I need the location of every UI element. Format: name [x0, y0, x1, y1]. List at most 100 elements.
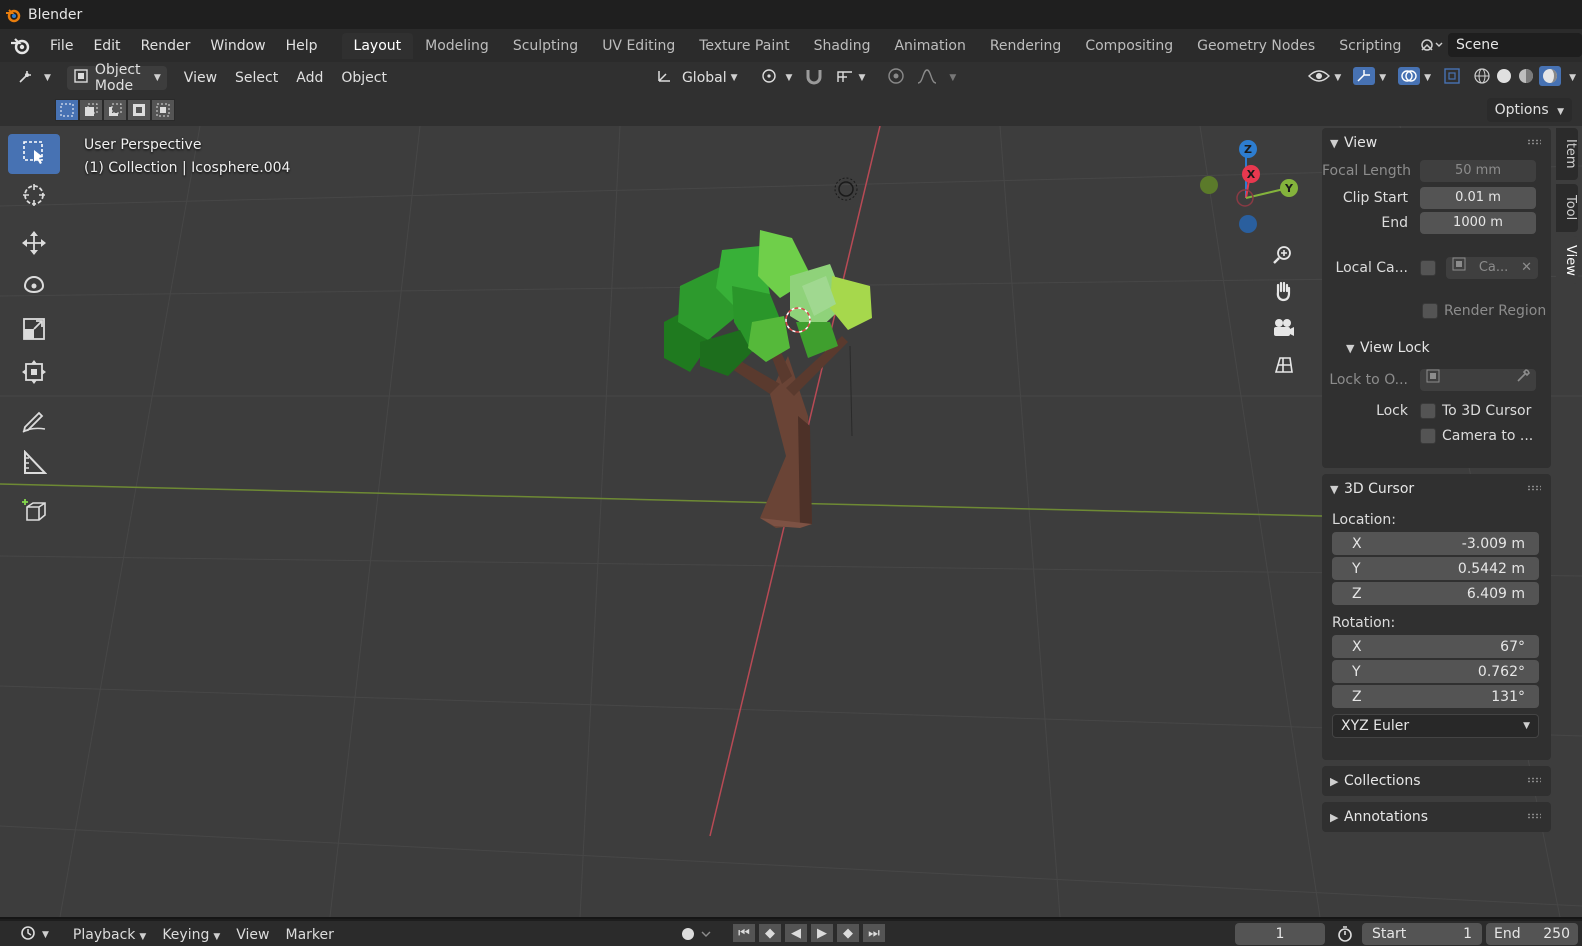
gizmo-toggle[interactable]: ▼	[1347, 66, 1392, 90]
prev-keyframe-icon[interactable]: ◆	[759, 924, 781, 942]
tab-texture-paint[interactable]: Texture Paint	[687, 33, 801, 59]
menu-help[interactable]: Help	[276, 34, 328, 58]
local-camera-checkbox[interactable]	[1420, 259, 1436, 276]
3d-cursor-header[interactable]: ▼ 3D Cursor	[1322, 474, 1551, 504]
cursor-location-z-field[interactable]: Z 6.409 m	[1332, 582, 1539, 605]
tab-item[interactable]: Item	[1556, 128, 1578, 180]
tab-layout[interactable]: Layout	[341, 33, 414, 59]
mode-selector[interactable]: Object Mode ▼	[66, 62, 167, 94]
eyedropper-icon[interactable]	[1516, 368, 1530, 391]
material-shading-icon[interactable]	[1517, 67, 1535, 89]
move-tool[interactable]	[8, 225, 60, 265]
menu-select[interactable]: Select	[226, 70, 287, 86]
menu-keying[interactable]: Keying ▼	[154, 927, 228, 943]
next-keyframe-icon[interactable]: ◆	[837, 924, 859, 942]
solid-shading-icon[interactable]	[1495, 67, 1513, 89]
play-icon[interactable]: ▶	[811, 924, 833, 942]
tab-animation[interactable]: Animation	[882, 33, 977, 59]
current-frame-field[interactable]: 1	[1235, 923, 1325, 945]
menu-window[interactable]: Window	[200, 34, 275, 58]
clip-start-field[interactable]: 0.01 m	[1420, 186, 1536, 209]
navigation-gizmo[interactable]: Z X Y	[1200, 140, 1298, 233]
proportional-edit-toggle[interactable]	[881, 66, 911, 90]
visibility-dropdown[interactable]: ▼	[1302, 66, 1347, 90]
annotations-header[interactable]: ▶ Annotations	[1322, 802, 1551, 832]
xray-toggle[interactable]	[1437, 66, 1467, 90]
cursor-rotation-z-field[interactable]: Z 131°	[1332, 685, 1539, 708]
zoom-icon[interactable]	[1267, 238, 1299, 270]
blender-menu-icon[interactable]	[0, 29, 40, 62]
transform-tool[interactable]	[8, 354, 60, 394]
chevron-down-icon[interactable]: ▼	[1569, 73, 1576, 83]
camera-view-icon[interactable]	[1267, 312, 1299, 344]
drag-grip-icon[interactable]	[1527, 813, 1541, 819]
tab-geometry-nodes[interactable]: Geometry Nodes	[1185, 33, 1327, 59]
lock-to-3d-cursor-checkbox[interactable]	[1420, 402, 1436, 419]
tab-tool[interactable]: Tool	[1556, 184, 1578, 232]
record-keyframe-icon[interactable]	[680, 926, 714, 946]
ortho-grid-icon[interactable]	[1267, 349, 1299, 381]
tab-view[interactable]: View	[1556, 236, 1578, 284]
tab-scripting[interactable]: Scripting	[1327, 33, 1413, 59]
menu-playback[interactable]: Playback ▼	[65, 927, 154, 943]
light-object-icon[interactable]	[834, 177, 858, 201]
render-region-checkbox[interactable]	[1422, 302, 1438, 319]
select-new-icon[interactable]	[55, 99, 79, 121]
select-invert-icon[interactable]	[127, 99, 151, 121]
cursor-rotation-y-field[interactable]: Y 0.762°	[1332, 660, 1539, 683]
scene-name-field[interactable]: Scene	[1448, 33, 1582, 57]
view-panel-header[interactable]: ▼ View	[1322, 128, 1551, 158]
snap-target-dropdown[interactable]: ▼	[830, 66, 871, 90]
select-intersect-icon[interactable]	[151, 99, 175, 121]
snap-toggle[interactable]	[798, 66, 830, 90]
stopwatch-icon[interactable]	[1336, 925, 1354, 946]
rotate-tool[interactable]	[8, 268, 60, 308]
menu-marker[interactable]: Marker	[278, 927, 342, 943]
view-lock-header[interactable]: ▼ View Lock	[1322, 333, 1551, 363]
wireframe-shading-icon[interactable]	[1473, 67, 1491, 89]
jump-end-icon[interactable]: ⏭	[863, 924, 885, 942]
jump-start-icon[interactable]: ⏮	[733, 924, 755, 942]
select-extend-icon[interactable]	[79, 99, 103, 121]
proportional-falloff-dropdown[interactable]: ▼	[911, 66, 962, 90]
measure-tool[interactable]	[8, 445, 60, 485]
lock-to-object-field[interactable]	[1420, 368, 1536, 391]
menu-view[interactable]: View	[175, 70, 226, 86]
play-reverse-icon[interactable]: ◀	[785, 924, 807, 942]
tree-mesh[interactable]	[664, 230, 872, 528]
scale-tool[interactable]	[8, 311, 60, 351]
overlays-toggle[interactable]: ▼	[1392, 66, 1437, 90]
gizmo-neg-y-axis[interactable]	[1200, 176, 1218, 194]
rotation-mode-dropdown[interactable]: XYZ Euler ▼	[1332, 714, 1539, 738]
end-frame-field[interactable]: End 250	[1486, 923, 1578, 945]
drag-grip-icon[interactable]	[1527, 485, 1541, 491]
menu-object[interactable]: Object	[332, 70, 396, 86]
close-icon[interactable]: ✕	[1521, 257, 1532, 279]
tab-uv-editing[interactable]: UV Editing	[590, 33, 687, 59]
focal-length-field[interactable]: 50 mm	[1420, 159, 1536, 182]
cursor-location-y-field[interactable]: Y 0.5442 m	[1332, 557, 1539, 580]
start-frame-field[interactable]: Start 1	[1362, 923, 1482, 945]
camera-to-view-checkbox[interactable]	[1420, 427, 1436, 444]
cursor-location-x-field[interactable]: X -3.009 m	[1332, 532, 1539, 555]
tab-rendering[interactable]: Rendering	[978, 33, 1074, 59]
tab-shading[interactable]: Shading	[802, 33, 883, 59]
menu-edit[interactable]: Edit	[83, 34, 130, 58]
rendered-shading-icon[interactable]	[1539, 66, 1562, 90]
local-camera-field[interactable]: Ca... ✕	[1446, 256, 1538, 279]
clip-end-field[interactable]: 1000 m	[1420, 211, 1536, 234]
select-subtract-icon[interactable]	[103, 99, 127, 121]
menu-add[interactable]: Add	[287, 70, 332, 86]
cursor-tool[interactable]	[8, 177, 60, 217]
pan-hand-icon[interactable]	[1267, 275, 1299, 307]
tab-compositing[interactable]: Compositing	[1073, 33, 1185, 59]
annotate-tool[interactable]	[8, 402, 60, 442]
drag-grip-icon[interactable]	[1527, 777, 1541, 783]
scene-browse-icon[interactable]	[1414, 32, 1448, 58]
menu-render[interactable]: Render	[131, 34, 201, 58]
menu-file[interactable]: File	[40, 34, 83, 58]
drag-grip-icon[interactable]	[1527, 139, 1541, 145]
tab-modeling[interactable]: Modeling	[413, 33, 501, 59]
tab-sculpting[interactable]: Sculpting	[501, 33, 590, 59]
cursor-rotation-x-field[interactable]: X 67°	[1332, 635, 1539, 658]
